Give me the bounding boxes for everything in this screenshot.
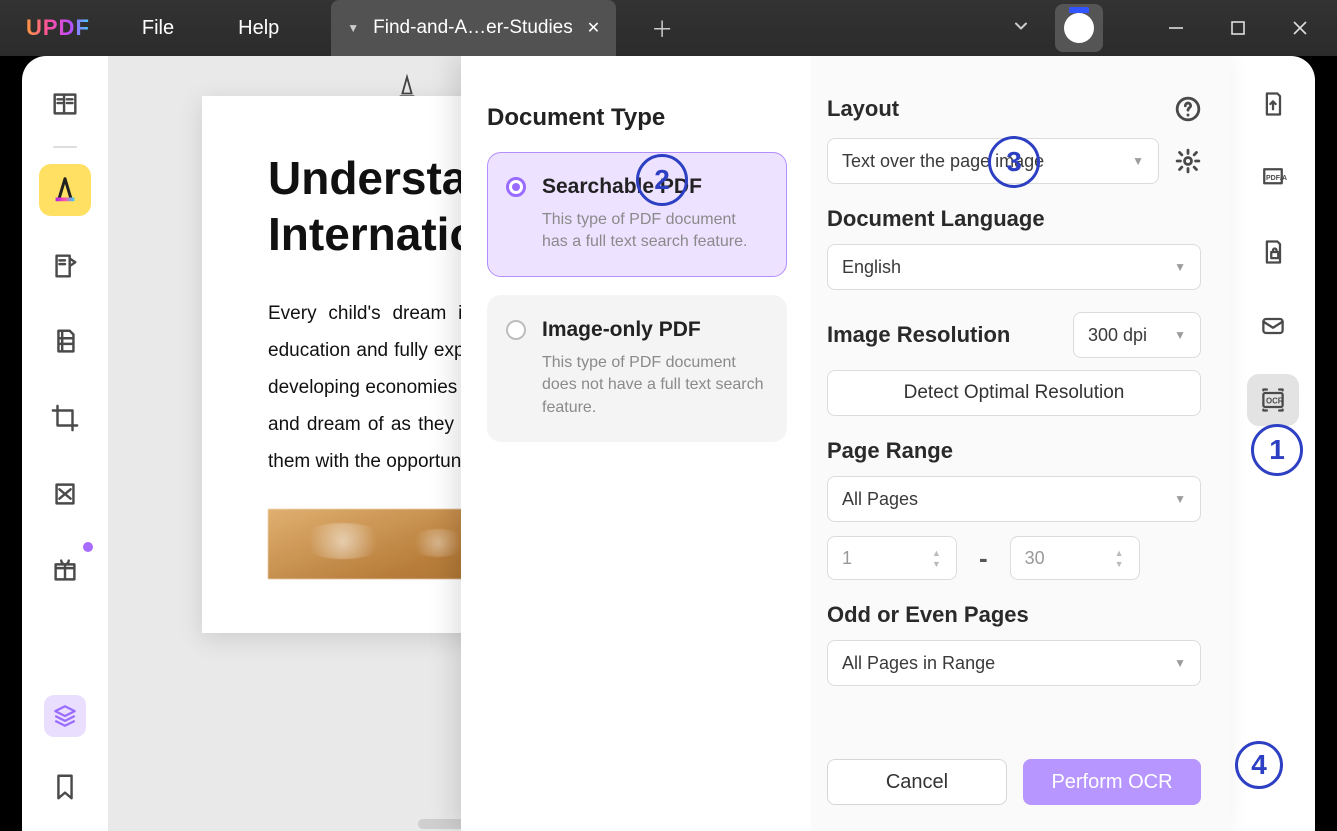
cancel-button[interactable]: Cancel (827, 759, 1007, 805)
option-searchable-pdf[interactable]: Searchable PDF This type of PDF document… (487, 152, 787, 277)
resolution-label: Image Resolution (827, 322, 1010, 348)
page-to-value: 30 (1025, 548, 1045, 569)
document-tab[interactable]: ▼ Find-and-A…er-Studies ✕ (331, 0, 616, 56)
parity-label: Odd or Even Pages (827, 602, 1201, 628)
radio-icon (506, 320, 526, 340)
page-from-input[interactable]: 1 ▲▼ (827, 536, 957, 580)
ocr-panel: Document Type Searchable PDF This type o… (461, 56, 1231, 831)
window-minimize-icon[interactable] (1147, 8, 1205, 48)
new-tab-button[interactable]: ＋ (638, 4, 686, 52)
title-bar: UPDF File Help ▼ Find-and-A…er-Studies ✕… (0, 0, 1337, 56)
detect-resolution-button[interactable]: Detect Optimal Resolution (827, 370, 1201, 416)
menu-help[interactable]: Help (206, 17, 311, 40)
layout-label: Layout (827, 96, 899, 122)
parity-value: All Pages in Range (842, 653, 995, 674)
doc-type-pane: Document Type Searchable PDF This type o… (461, 56, 811, 831)
tab-close-icon[interactable]: ✕ (587, 18, 600, 38)
ocr-settings-pane: Layout Text over the page image▼ Documen… (811, 56, 1231, 831)
bookmark-button[interactable] (39, 761, 91, 813)
option-searchable-title: Searchable PDF (542, 175, 766, 199)
protect-tool[interactable] (1247, 226, 1299, 278)
app-logo: UPDF (26, 15, 90, 41)
gift-badge (83, 542, 93, 552)
layout-value: Text over the page image (842, 151, 1044, 172)
doc-type-title: Document Type (487, 104, 787, 132)
comment-tool[interactable] (39, 164, 91, 216)
option-searchable-desc: This type of PDF document has a full tex… (542, 209, 766, 254)
svg-text:PDF/A: PDF/A (1266, 175, 1287, 182)
parity-select[interactable]: All Pages in Range▼ (827, 640, 1201, 686)
language-select[interactable]: English▼ (827, 244, 1201, 290)
page-range-label: Page Range (827, 438, 1201, 464)
page-range-select[interactable]: All Pages▼ (827, 476, 1201, 522)
option-image-only-pdf[interactable]: Image-only PDF This type of PDF document… (487, 295, 787, 442)
export-tool[interactable] (1247, 78, 1299, 130)
radio-icon (506, 177, 526, 197)
reader-tool[interactable] (39, 78, 91, 130)
window-dropdown-icon[interactable] (1011, 16, 1031, 41)
svg-text:OCR: OCR (1266, 397, 1284, 406)
range-dash: - (979, 543, 988, 574)
right-toolbar: PDF/A OCR (1231, 56, 1315, 831)
help-icon[interactable] (1175, 96, 1201, 122)
gift-tool[interactable] (39, 544, 91, 596)
gear-icon[interactable] (1175, 148, 1201, 174)
perform-ocr-button[interactable]: Perform OCR (1023, 759, 1201, 805)
resolution-value: 300 dpi (1088, 325, 1147, 346)
left-toolbar (22, 56, 108, 831)
window-maximize-icon[interactable] (1209, 8, 1267, 48)
page-from-value: 1 (842, 548, 852, 569)
resolution-select[interactable]: 300 dpi▼ (1073, 312, 1201, 358)
workspace: Understanding the Needs of International… (22, 56, 1315, 831)
page-to-input[interactable]: 30 ▲▼ (1010, 536, 1140, 580)
language-value: English (842, 257, 901, 278)
page-range-value: All Pages (842, 489, 918, 510)
redact-tool[interactable] (39, 468, 91, 520)
tab-title: Find-and-A…er-Studies (373, 17, 573, 39)
crop-tool[interactable] (39, 392, 91, 444)
account-avatar[interactable] (1055, 4, 1103, 52)
layers-button[interactable] (44, 695, 86, 737)
tab-dropdown-icon[interactable]: ▼ (347, 21, 359, 35)
window-close-icon[interactable] (1271, 8, 1329, 48)
edit-tool[interactable] (39, 240, 91, 292)
organize-tool[interactable] (39, 316, 91, 368)
language-label: Document Language (827, 206, 1201, 232)
option-imageonly-title: Image-only PDF (542, 318, 766, 342)
layout-select[interactable]: Text over the page image▼ (827, 138, 1159, 184)
option-imageonly-desc: This type of PDF document does not have … (542, 352, 766, 419)
ocr-tool[interactable]: OCR (1247, 374, 1299, 426)
pdfa-tool[interactable]: PDF/A (1247, 152, 1299, 204)
menu-file[interactable]: File (110, 17, 206, 40)
mail-tool[interactable] (1247, 300, 1299, 352)
